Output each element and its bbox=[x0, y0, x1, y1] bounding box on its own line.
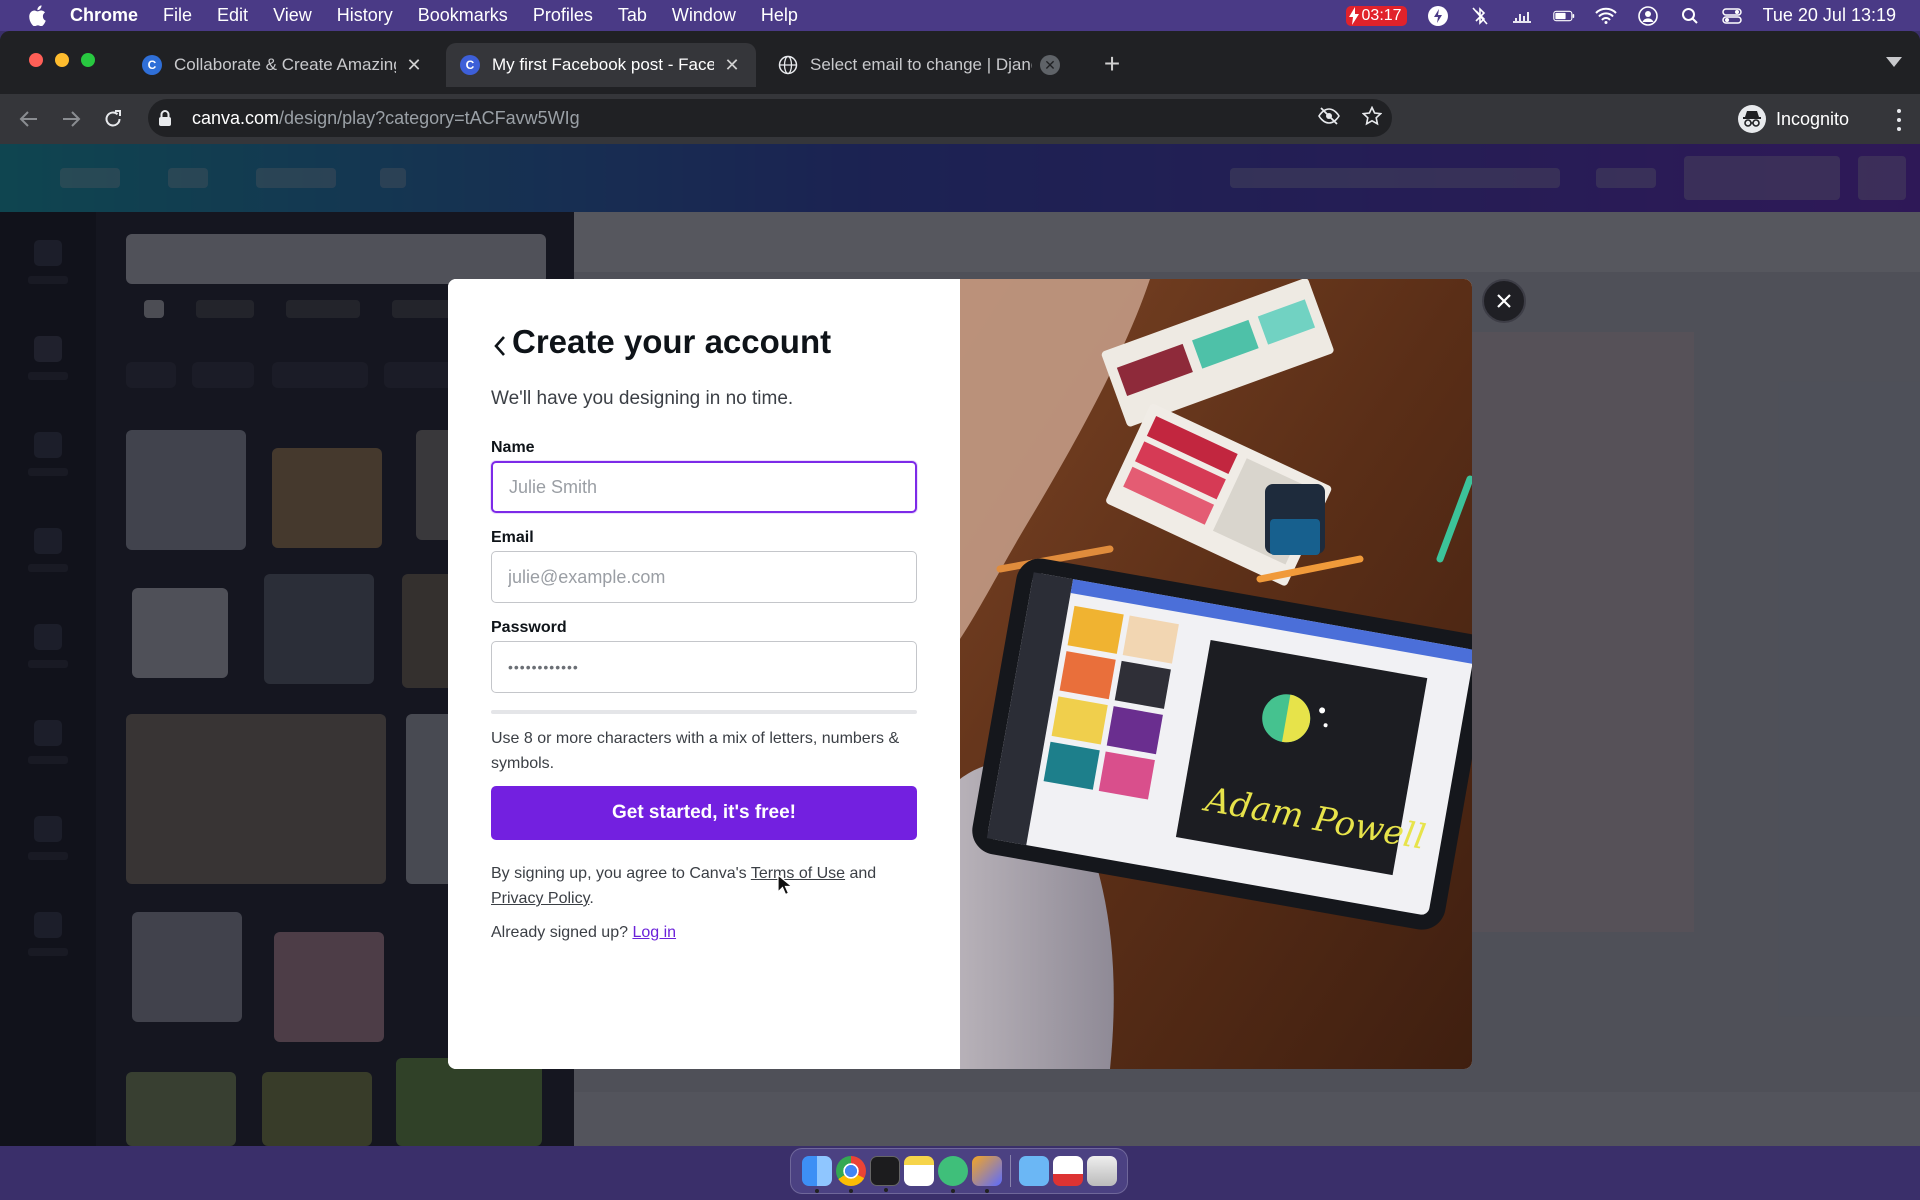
forward-arrow-icon[interactable] bbox=[56, 104, 86, 134]
hero-image: Adam Powell bbox=[960, 279, 1472, 1069]
privacy-policy-link[interactable]: Privacy Policy bbox=[491, 890, 589, 907]
bookmark-star-icon[interactable] bbox=[1361, 105, 1383, 131]
lightning-icon bbox=[1348, 6, 1359, 25]
address-bar[interactable]: canva.com/design/play?category=tACFavw5W… bbox=[148, 99, 1392, 137]
password-field[interactable] bbox=[491, 641, 917, 693]
terms-and: and bbox=[845, 865, 877, 882]
tab-close-icon[interactable]: ✕ bbox=[1040, 55, 1060, 75]
modal-subtitle: We'll have you designing in no time. bbox=[491, 388, 794, 409]
already-signed-up-text: Already signed up? bbox=[491, 924, 633, 941]
control-center-icon[interactable] bbox=[1721, 5, 1743, 27]
email-label: Email bbox=[491, 529, 534, 546]
name-label: Name bbox=[491, 439, 535, 456]
downloads-folder-icon[interactable] bbox=[1018, 1156, 1049, 1186]
new-tab-button[interactable]: + bbox=[1098, 50, 1126, 79]
close-icon bbox=[1497, 294, 1511, 308]
tab-facebook-post[interactable]: C My first Facebook post - Faceb ✕ bbox=[446, 43, 756, 87]
menu-app-name[interactable]: Chrome bbox=[70, 5, 138, 26]
get-started-button[interactable]: Get started, it's free! bbox=[491, 786, 917, 840]
modal-close-button[interactable] bbox=[1482, 279, 1526, 323]
incognito-icon bbox=[1738, 105, 1766, 133]
back-arrow-icon[interactable] bbox=[14, 104, 44, 134]
menu-tab[interactable]: Tab bbox=[618, 5, 647, 26]
tab-django-admin[interactable]: Select email to change | Djang ✕ bbox=[764, 43, 1074, 87]
terms-prefix: By signing up, you agree to Canva's bbox=[491, 865, 751, 882]
url-host: canva.com bbox=[192, 107, 280, 128]
tab-close-icon[interactable]: ✕ bbox=[722, 55, 742, 75]
window-zoom-button[interactable] bbox=[81, 53, 95, 67]
battery-time: 03:17 bbox=[1361, 6, 1402, 24]
apple-icon[interactable] bbox=[28, 5, 50, 26]
notes-icon[interactable] bbox=[903, 1156, 934, 1186]
chrome-icon[interactable] bbox=[835, 1156, 866, 1193]
incognito-label: Incognito bbox=[1776, 108, 1850, 129]
password-strength-bar bbox=[491, 710, 917, 714]
third-party-cookies-blocked-icon[interactable] bbox=[1318, 106, 1340, 130]
menu-edit[interactable]: Edit bbox=[217, 5, 248, 26]
dock-separator bbox=[1009, 1155, 1011, 1187]
canva-favicon: C bbox=[460, 55, 480, 75]
password-label: Password bbox=[491, 619, 567, 636]
menu-history[interactable]: History bbox=[337, 5, 393, 26]
menu-window[interactable]: Window bbox=[672, 5, 736, 26]
terms-of-use-link[interactable]: Terms of Use bbox=[751, 865, 845, 882]
mouse-cursor-icon bbox=[777, 874, 793, 896]
window-close-button[interactable] bbox=[29, 53, 43, 67]
atom-icon[interactable] bbox=[937, 1156, 968, 1193]
tab-search-icon[interactable] bbox=[1886, 57, 1902, 67]
macos-menu-bar: Chrome File Edit View History Bookmarks … bbox=[0, 0, 1920, 31]
name-field[interactable] bbox=[491, 461, 917, 513]
canva-favicon: C bbox=[142, 55, 162, 75]
tab-title: Collaborate & Create Amazing bbox=[174, 55, 396, 74]
bluetooth-off-icon[interactable] bbox=[1469, 5, 1491, 27]
tab-close-icon[interactable]: ✕ bbox=[404, 55, 424, 75]
menu-file[interactable]: File bbox=[163, 5, 192, 26]
terms-text: By signing up, you agree to Canva's Term… bbox=[491, 861, 921, 911]
menu-profiles[interactable]: Profiles bbox=[533, 5, 593, 26]
spotlight-search-icon[interactable] bbox=[1679, 5, 1701, 27]
activity-icon[interactable] bbox=[1511, 5, 1533, 27]
back-chevron-icon[interactable] bbox=[488, 331, 512, 361]
incognito-profile-button[interactable]: Incognito bbox=[1738, 102, 1849, 136]
chrome-menu-icon[interactable] bbox=[1896, 109, 1902, 131]
macos-dock bbox=[790, 1148, 1128, 1194]
log-in-link[interactable]: Log in bbox=[632, 924, 676, 941]
tab-collaborate[interactable]: C Collaborate & Create Amazing ✕ bbox=[128, 43, 438, 87]
lock-icon[interactable] bbox=[158, 109, 180, 127]
menu-view[interactable]: View bbox=[273, 5, 312, 26]
signup-modal: Create your account We'll have you desig… bbox=[448, 279, 1472, 1069]
window-minimize-button[interactable] bbox=[55, 53, 69, 67]
preview-icon[interactable] bbox=[1052, 1156, 1083, 1186]
email-field[interactable] bbox=[491, 551, 917, 603]
globe-icon bbox=[778, 55, 798, 75]
user-account-icon[interactable] bbox=[1637, 5, 1659, 27]
reeder-icon[interactable] bbox=[971, 1156, 1002, 1193]
canva-editor-page: Create your account We'll have you desig… bbox=[0, 144, 1920, 1146]
url-path: /design/play?category=tACFavw5WIg bbox=[279, 107, 580, 128]
terms-suffix: . bbox=[589, 890, 594, 907]
signup-form-panel: Create your account We'll have you desig… bbox=[448, 279, 960, 1069]
browser-toolbar: canva.com/design/play?category=tACFavw5W… bbox=[0, 94, 1920, 144]
trash-icon[interactable] bbox=[1086, 1156, 1117, 1186]
bolt-circle-icon[interactable] bbox=[1427, 5, 1449, 27]
menu-help[interactable]: Help bbox=[761, 5, 798, 26]
tab-title: Select email to change | Djang bbox=[810, 55, 1032, 74]
modal-heading: Create your account bbox=[512, 323, 832, 360]
battery-icon[interactable] bbox=[1552, 5, 1575, 27]
terminal-icon[interactable] bbox=[869, 1156, 900, 1192]
menu-bookmarks[interactable]: Bookmarks bbox=[418, 5, 508, 26]
clock[interactable]: Tue 20 Jul 13:19 bbox=[1763, 5, 1896, 26]
reload-icon[interactable] bbox=[98, 104, 128, 134]
tab-title: My first Facebook post - Faceb bbox=[492, 55, 714, 74]
login-prompt: Already signed up? Log in bbox=[491, 924, 676, 942]
password-hint: Use 8 or more characters with a mix of l… bbox=[491, 730, 900, 772]
tab-strip: C Collaborate & Create Amazing ✕ C My fi… bbox=[0, 31, 1920, 101]
browser-window: C Collaborate & Create Amazing ✕ C My fi… bbox=[0, 31, 1920, 1146]
wifi-icon[interactable] bbox=[1594, 5, 1617, 27]
finder-icon[interactable] bbox=[801, 1156, 832, 1193]
battery-status-badge[interactable]: 03:17 bbox=[1345, 5, 1407, 26]
